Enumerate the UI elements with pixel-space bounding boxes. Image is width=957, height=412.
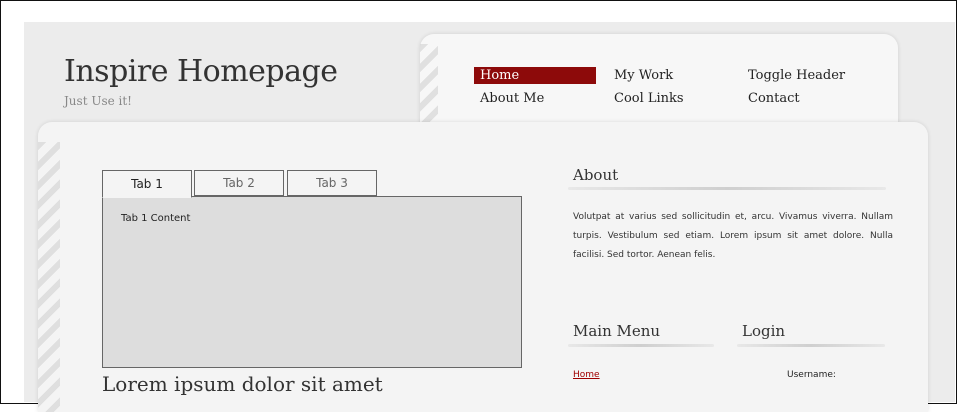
main-menu-title: Main Menu bbox=[573, 322, 661, 340]
tab-3[interactable]: Tab 3 bbox=[287, 170, 377, 196]
login-title: Login bbox=[742, 322, 786, 340]
tab-content-text: Tab 1 Content bbox=[121, 213, 191, 224]
nav-item-my-work[interactable]: My Work bbox=[608, 67, 679, 84]
nav-item-cool-links[interactable]: Cool Links bbox=[608, 90, 690, 107]
tab-content-panel: Tab 1 Content bbox=[102, 196, 522, 368]
tab-1[interactable]: Tab 1 bbox=[102, 170, 192, 198]
nav-item-toggle-header[interactable]: Toggle Header bbox=[742, 67, 851, 84]
main-menu-divider bbox=[568, 344, 714, 347]
main-heading: Lorem ipsum dolor sit amet bbox=[102, 372, 383, 396]
decorative-stripes bbox=[38, 142, 60, 412]
site-subtitle: Just Use it! bbox=[64, 94, 133, 108]
username-label: Username: bbox=[787, 370, 836, 380]
nav-item-home[interactable]: Home bbox=[474, 67, 596, 84]
nav-item-about-me[interactable]: About Me bbox=[474, 90, 550, 107]
main-menu-link-home[interactable]: Home bbox=[573, 370, 600, 380]
tab-2[interactable]: Tab 2 bbox=[194, 170, 284, 196]
login-divider bbox=[737, 344, 885, 347]
about-title: About bbox=[573, 166, 619, 184]
nav-item-contact[interactable]: Contact bbox=[742, 90, 806, 107]
about-text: Volutpat at varius sed sollicitudin et, … bbox=[573, 212, 893, 260]
about-divider bbox=[568, 187, 886, 190]
site-title: Inspire Homepage bbox=[64, 54, 338, 89]
